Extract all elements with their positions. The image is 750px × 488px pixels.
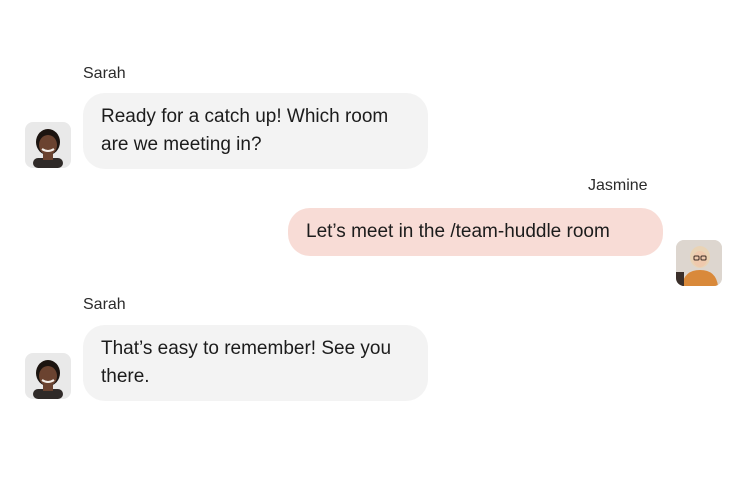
sarah-avatar-icon[interactable] [25, 122, 71, 168]
message-bubble-jasmine: Let’s meet in the /team-huddle room [288, 208, 663, 256]
jasmine-avatar-icon[interactable] [676, 240, 722, 286]
sarah-avatar-icon[interactable] [25, 353, 71, 399]
sender-name: Sarah [83, 296, 126, 313]
message-bubble-sarah: Ready for a catch up! Which room are we … [83, 93, 428, 169]
sender-name: Jasmine [588, 177, 648, 194]
sender-name: Sarah [83, 65, 126, 82]
message-bubble-sarah: That’s easy to remember! See you there. [83, 325, 428, 401]
